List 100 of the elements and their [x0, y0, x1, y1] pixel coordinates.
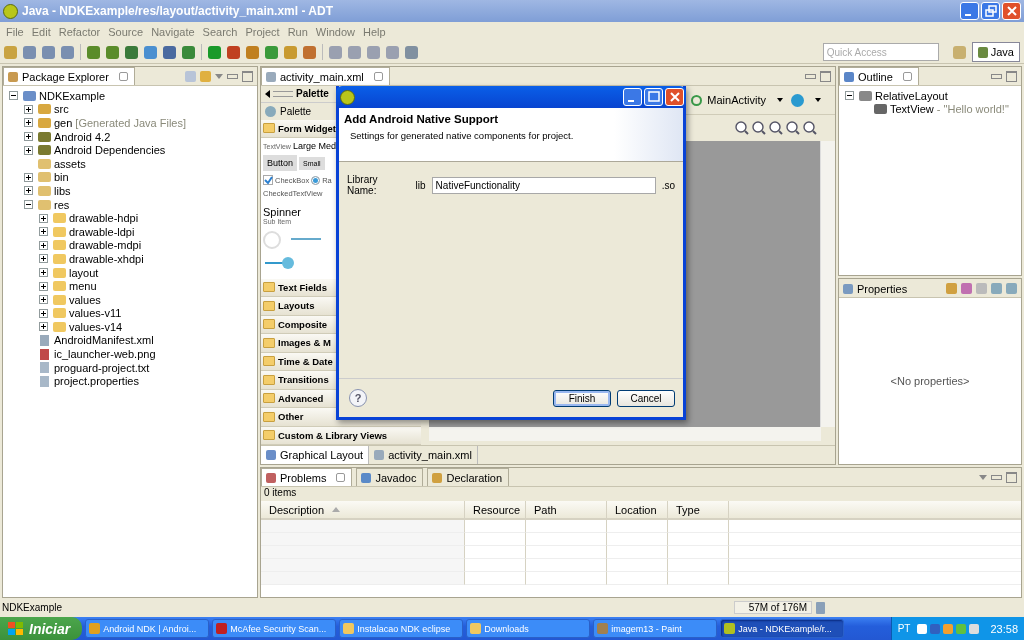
palette-menu[interactable]: Palette: [280, 105, 312, 117]
palette-category[interactable]: Form Widget: [278, 122, 336, 134]
editor-tab[interactable]: activity_main.xml: [261, 67, 390, 85]
tree-item[interactable]: drawable-hdpi: [69, 212, 139, 225]
expand-icon[interactable]: [24, 104, 33, 114]
dialog-button[interactable]: Finish: [553, 389, 611, 407]
quick-access-field[interactable]: Quick Access: [822, 43, 939, 61]
library-name-field[interactable]: NativeFunctionality: [431, 176, 656, 194]
tree-item[interactable]: NDKExample: [39, 89, 106, 102]
view-tab[interactable]: Javadoc: [356, 468, 424, 486]
tree-item[interactable]: drawable-mdpi: [69, 239, 142, 252]
palette-category[interactable]: Advanced: [278, 392, 324, 404]
column-header[interactable]: Resource: [465, 501, 526, 518]
activity-dropdown[interactable]: MainActivity: [691, 94, 783, 106]
close-button[interactable]: [1002, 2, 1021, 20]
expand-icon[interactable]: [39, 295, 48, 305]
tree-item[interactable]: drawable-xhdpi: [69, 252, 144, 265]
palette-category[interactable]: Text Fields: [278, 281, 327, 293]
column-header[interactable]: Location: [607, 501, 668, 518]
main-menu-title[interactable]: File: [2, 25, 28, 38]
expand-icon[interactable]: [24, 145, 33, 155]
tree-item[interactable]: gen: [54, 117, 73, 129]
dialog-button[interactable]: Cancel: [617, 389, 675, 407]
tree-item[interactable]: AndroidManifest.xml: [54, 334, 154, 347]
tree-item[interactable]: libs: [54, 184, 71, 197]
maximize-icon[interactable]: [820, 70, 831, 82]
collapse-icon[interactable]: [9, 91, 18, 101]
tree-item[interactable]: res: [54, 198, 70, 211]
start-button[interactable]: Iniciar: [0, 617, 83, 640]
view-tab[interactable]: Declaration: [427, 468, 510, 486]
java-perspective-button[interactable]: Java: [971, 42, 1020, 62]
column-header[interactable]: Path: [526, 501, 607, 518]
widget-sample[interactable]: Button: [263, 155, 298, 172]
link-icon[interactable]: [200, 70, 211, 82]
main-menu-title[interactable]: Project: [241, 25, 284, 38]
main-menu-title[interactable]: Navigate: [147, 25, 199, 38]
editor-mode-tab[interactable]: Graphical Layout: [261, 446, 370, 464]
restore-button[interactable]: [981, 2, 1000, 20]
tree-item[interactable]: values-v11: [69, 307, 122, 320]
column-header[interactable]: Type: [668, 501, 729, 518]
expand-icon[interactable]: [39, 240, 48, 250]
main-menu-title[interactable]: Run: [283, 25, 312, 38]
editor-mode-tab[interactable]: activity_main.xml: [369, 446, 478, 464]
minimize-icon[interactable]: [991, 73, 1002, 79]
zoom-100-icon[interactable]: [769, 121, 783, 135]
expand-icon[interactable]: [39, 227, 48, 237]
view-tab[interactable]: Outline: [839, 67, 919, 85]
main-menu-title[interactable]: Source: [104, 25, 148, 38]
main-menu-title[interactable]: Window: [311, 25, 359, 38]
widget-sample[interactable]: Large Medi: [292, 141, 338, 152]
tree-item[interactable]: proguard-project.txt: [54, 361, 150, 374]
tree-item[interactable]: Android 4.2: [54, 130, 111, 143]
column-header[interactable]: Description: [261, 501, 465, 518]
drag-handle[interactable]: [273, 90, 293, 97]
main-menu-title[interactable]: Refactor: [54, 25, 105, 38]
tree-item[interactable]: Android Dependencies: [54, 144, 166, 157]
view-menu-icon[interactable]: [215, 73, 223, 79]
tree-item[interactable]: values-v14: [69, 320, 123, 333]
globe-icon[interactable]: [791, 93, 804, 107]
palette-category[interactable]: Other: [278, 411, 304, 423]
minimize-button[interactable]: [960, 2, 979, 20]
collapse-icon[interactable]: [845, 91, 854, 101]
maximize-icon[interactable]: [1006, 70, 1017, 82]
tree-item[interactable]: menu: [69, 280, 97, 293]
main-menu-title[interactable]: Search: [198, 25, 242, 38]
expand-icon[interactable]: [39, 213, 48, 223]
main-menu-title[interactable]: Help: [359, 25, 390, 38]
expand-icon[interactable]: [39, 281, 48, 291]
expand-icon[interactable]: [39, 268, 48, 277]
close-button[interactable]: [665, 88, 684, 106]
tree-item[interactable]: bin: [54, 171, 69, 184]
zoom-fit-icon[interactable]: [735, 121, 749, 135]
zoom-out-icon[interactable]: [786, 121, 800, 135]
minimize-icon[interactable]: [805, 73, 816, 79]
expand-icon[interactable]: [24, 132, 33, 142]
collapse-icon[interactable]: [24, 200, 33, 210]
scrollbar[interactable]: [429, 427, 821, 441]
taskbar-button[interactable]: Java - NDKExample/r...: [720, 619, 845, 638]
help-button[interactable]: ?: [349, 389, 367, 407]
expand-icon[interactable]: [39, 254, 48, 264]
view-tab[interactable]: Problems: [261, 468, 353, 486]
tree-item[interactable]: project.properties: [54, 375, 139, 388]
view-tab[interactable]: Package Explorer: [3, 67, 135, 85]
expand-icon[interactable]: [39, 308, 48, 318]
heap-status[interactable]: 57M of 176M: [734, 601, 812, 614]
expand-icon[interactable]: [24, 186, 33, 196]
minimize-button[interactable]: [623, 88, 642, 106]
minimize-icon[interactable]: [227, 73, 238, 79]
tree-item[interactable]: assets: [54, 157, 86, 170]
minimize-icon[interactable]: [991, 474, 1002, 480]
expand-icon[interactable]: [24, 172, 33, 182]
expand-icon[interactable]: [39, 322, 48, 332]
tree-item[interactable]: values: [69, 293, 101, 306]
view-menu-icon[interactable]: [979, 474, 987, 480]
left-arrow-icon[interactable]: [265, 89, 270, 98]
tree-item[interactable]: TextView: [890, 103, 934, 116]
main-menu-title[interactable]: Edit: [27, 25, 55, 38]
palette-category[interactable]: Composite: [278, 318, 328, 330]
zoom-in-icon[interactable]: [803, 121, 817, 135]
zoom-real-icon[interactable]: [752, 121, 766, 135]
